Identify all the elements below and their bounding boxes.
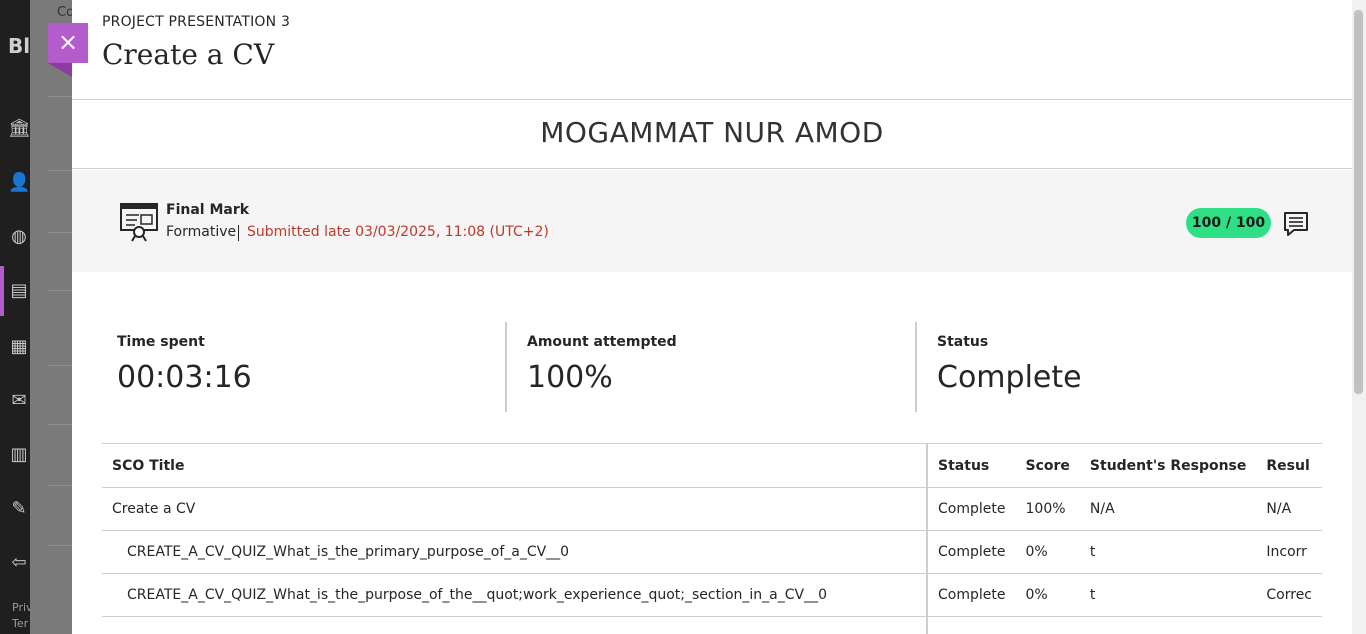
assessment-category: PROJECT PRESENTATION 3 xyxy=(102,14,291,30)
cell-status xyxy=(927,616,1016,634)
tools-icon[interactable]: ✎ xyxy=(8,498,30,520)
cell-sco-title: CREATE_A_CV_QUIZ_What_is_the_primary_pur… xyxy=(102,530,929,574)
messages-icon[interactable]: ✉ xyxy=(8,390,30,412)
grade-item-label: Final Mark xyxy=(166,202,250,218)
app-sidebar: Bl 🏛 👤 ◍ ▤ ▦ ✉ ▥ ✎ ⇦ Priv Ter xyxy=(0,0,33,634)
divider xyxy=(47,232,72,233)
scrollbar-thumb[interactable] xyxy=(1354,10,1363,394)
cell-sco-title: CREATE_A_CV_QUIZ_What_is_the_purpose_of_… xyxy=(102,573,929,617)
divider xyxy=(47,170,72,171)
grade-category: Formative xyxy=(166,224,237,240)
sco-table: SCO Title Status Score Student's Respons… xyxy=(102,444,1322,634)
stat-amount-attempted: Amount attempted 100% xyxy=(527,322,907,412)
grading-panel: PROJECT PRESENTATION 3 Create a CV MOGAM… xyxy=(72,0,1352,634)
cell-score: 0% xyxy=(1015,573,1080,617)
cell-sco-title xyxy=(102,616,929,634)
stat-value: Complete xyxy=(937,360,1082,395)
stat-label: Amount attempted xyxy=(527,334,677,350)
stat-value: 00:03:16 xyxy=(117,360,252,395)
cell-result: Incorr xyxy=(1256,530,1322,574)
cell-status: Complete xyxy=(927,573,1016,617)
column-header-score: Score xyxy=(1025,457,1070,474)
column-header-status: Status xyxy=(938,457,990,474)
cell-response: t xyxy=(1079,530,1257,574)
cell-response: t xyxy=(1079,573,1257,617)
cell-status: Complete xyxy=(927,530,1016,574)
cell-score: 100% xyxy=(1015,487,1080,531)
page-title: Create a CV xyxy=(102,38,275,71)
divider xyxy=(47,365,72,366)
table-row: CREATE_A_CV_QUIZ_What_is_the_purpose_of_… xyxy=(102,573,1322,617)
cell-response xyxy=(1079,616,1257,634)
profile-icon[interactable]: 👤 xyxy=(8,172,30,194)
close-button[interactable]: × xyxy=(48,23,88,63)
student-name: MOGAMMAT NUR AMOD xyxy=(540,116,884,149)
cell-score: 0% xyxy=(1015,530,1080,574)
close-icon: × xyxy=(57,28,79,56)
terms-link[interactable]: Ter xyxy=(12,617,28,630)
app-logo: Bl xyxy=(8,34,31,58)
divider xyxy=(47,290,72,291)
table-row: CREATE_A_CV_QUIZ_What_is_the_primary_pur… xyxy=(102,530,1322,574)
divider xyxy=(47,96,72,97)
courses-icon[interactable]: ▤ xyxy=(8,280,30,302)
divider xyxy=(47,424,72,425)
cell-result: N/A xyxy=(1256,487,1322,531)
signout-icon[interactable]: ⇦ xyxy=(8,552,30,574)
submission-status: Submitted late 03/03/2025, 11:08 (UTC+2) xyxy=(247,224,549,240)
divider xyxy=(72,99,1352,100)
table-header-row: SCO Title Status Score Student's Respons… xyxy=(102,444,1322,488)
active-nav-marker xyxy=(0,266,4,316)
stat-status: Status Complete xyxy=(937,322,1317,412)
institution-icon[interactable]: 🏛 xyxy=(8,118,31,140)
certificate-icon xyxy=(120,203,158,242)
sco-table-container[interactable]: SCO Title Status Score Student's Respons… xyxy=(102,443,1322,634)
cell-result: Correc xyxy=(1256,573,1322,617)
calendar-icon[interactable]: ▦ xyxy=(8,336,30,358)
divider xyxy=(47,485,72,486)
divider xyxy=(47,545,72,546)
column-header-response: Student's Response xyxy=(1089,457,1247,474)
stat-time-spent: Time spent 00:03:16 xyxy=(117,322,497,412)
stat-label: Time spent xyxy=(117,334,205,350)
cell-response: N/A xyxy=(1079,487,1257,531)
table-row: Create a CV Complete 100% N/A N/A xyxy=(102,487,1322,531)
grade-summary: Final Mark Formative Submitted late 03/0… xyxy=(72,170,1352,272)
cell-status: Complete xyxy=(927,487,1016,531)
divider xyxy=(72,168,1352,169)
cell-result xyxy=(1256,616,1322,634)
close-button-tail xyxy=(48,63,72,77)
stat-value: 100% xyxy=(527,360,613,395)
divider xyxy=(238,225,239,241)
column-header-result: Resul xyxy=(1266,457,1310,474)
table-row xyxy=(102,616,1322,634)
cell-sco-title: Create a CV xyxy=(102,487,929,531)
column-header-sco-title: SCO Title xyxy=(102,444,929,488)
divider xyxy=(915,322,917,412)
grades-icon[interactable]: ▥ xyxy=(8,444,30,466)
score-pill[interactable]: 100 / 100 xyxy=(1186,208,1271,238)
globe-icon[interactable]: ◍ xyxy=(8,226,30,248)
cell-score xyxy=(1015,616,1080,634)
feedback-comment-icon[interactable] xyxy=(1282,210,1310,238)
divider xyxy=(505,322,507,412)
stat-label: Status xyxy=(937,334,989,350)
